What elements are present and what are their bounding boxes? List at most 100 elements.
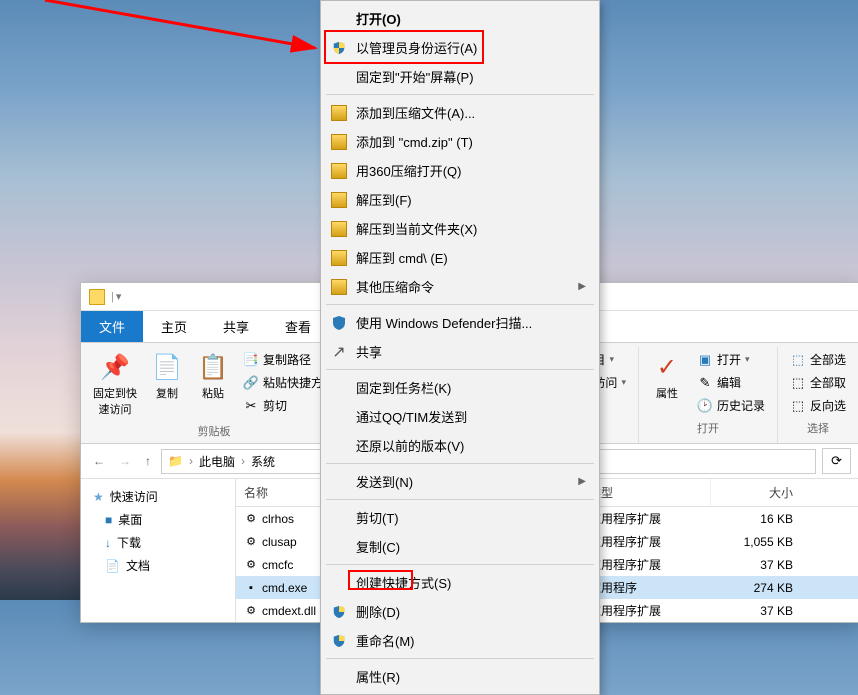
history-label: 历史记录 xyxy=(717,397,765,414)
ctx-shortcut[interactable]: 创建快捷方式(S) xyxy=(324,568,596,597)
ctx-rename[interactable]: 重命名(M) xyxy=(324,626,596,655)
ctx-label: 解压到(F) xyxy=(356,190,586,209)
file-icon: ⚙ xyxy=(244,558,258,572)
ctx-separator xyxy=(326,94,594,95)
ribbon-group-open: ✓ 属性 ▣打开▾ ✎编辑 🕑历史记录 打开 xyxy=(639,347,778,443)
ctx-other-compress[interactable]: 其他压缩命令▶ xyxy=(324,272,596,301)
file-name: clusap xyxy=(262,535,297,549)
ctx-extract-cmd[interactable]: 解压到 cmd\ (E) xyxy=(324,243,596,272)
ctx-label: 剪切(T) xyxy=(356,508,586,527)
paste-label: 粘贴 xyxy=(202,385,224,401)
refresh-button[interactable]: ⟳ xyxy=(822,448,851,474)
breadcrumb-sys[interactable]: 系统 xyxy=(251,453,275,470)
ctx-delete[interactable]: 删除(D) xyxy=(324,597,596,626)
clipboard-group-label: 剪贴板 xyxy=(198,419,231,441)
properties-button[interactable]: ✓ 属性 xyxy=(647,349,687,403)
folder-icon xyxy=(89,289,105,305)
invert-label: 反向选 xyxy=(810,397,846,414)
paste-button[interactable]: 📋 粘贴 xyxy=(193,349,233,403)
sidebar-quick-access[interactable]: ★快速访问 xyxy=(81,485,235,508)
ctx-extract-here[interactable]: 解压到当前文件夹(X) xyxy=(324,214,596,243)
titlebar-separator: | xyxy=(111,291,114,303)
shield-icon xyxy=(330,39,348,57)
properties-icon: ✓ xyxy=(651,351,683,383)
copy-button[interactable]: 📄 复制 xyxy=(147,349,187,403)
zip-icon xyxy=(330,162,348,180)
ctx-extract-to[interactable]: 解压到(F) xyxy=(324,185,596,214)
file-size: 37 KB xyxy=(711,603,801,619)
open-label: 打开 xyxy=(717,351,741,368)
ctx-separator xyxy=(326,463,594,464)
nav-up-button[interactable]: ↑ xyxy=(141,450,155,472)
file-name: cmcfc xyxy=(262,558,293,572)
open-button[interactable]: ▣打开▾ xyxy=(693,349,769,370)
copy-icon: 📄 xyxy=(151,351,183,383)
sidebar-desktop[interactable]: ■桌面 xyxy=(81,508,235,531)
ctx-pin-taskbar[interactable]: 固定到任务栏(K) xyxy=(324,373,596,402)
ctx-label: 复制(C) xyxy=(356,537,586,556)
blank-icon xyxy=(330,379,348,397)
file-type: 应用程序扩展 xyxy=(581,555,711,574)
ctx-share[interactable]: ↗共享 xyxy=(324,337,596,366)
blank-icon xyxy=(330,574,348,592)
zip-icon xyxy=(330,191,348,209)
file-type: 应用程序扩展 xyxy=(581,532,711,551)
ctx-run-admin[interactable]: 以管理员身份运行(A) xyxy=(324,33,596,62)
zip-icon xyxy=(330,133,348,151)
ribbon-group-clipboard: 📌 固定到快 速访问 📄 复制 📋 粘贴 📑复制路径 🔗粘贴快捷方式 ✂剪切 xyxy=(81,347,348,443)
ctx-separator xyxy=(326,564,594,565)
edit-icon: ✎ xyxy=(697,375,713,391)
ctx-cut[interactable]: 剪切(T) xyxy=(324,503,596,532)
sidebar-downloads[interactable]: ↓下载 xyxy=(81,531,235,554)
invert-selection-button[interactable]: ⬚反向选 xyxy=(786,395,850,416)
ctx-properties[interactable]: 属性(R) xyxy=(324,662,596,691)
edit-button[interactable]: ✎编辑 xyxy=(693,372,769,393)
tab-home[interactable]: 主页 xyxy=(143,311,205,342)
cut-icon: ✂ xyxy=(243,398,259,414)
ctx-label: 用360压缩打开(Q) xyxy=(356,161,586,180)
history-button[interactable]: 🕑历史记录 xyxy=(693,395,769,416)
ctx-restore[interactable]: 还原以前的版本(V) xyxy=(324,431,596,460)
ctx-add-zip[interactable]: 添加到 "cmd.zip" (T) xyxy=(324,127,596,156)
nav-back-button[interactable]: ← xyxy=(89,450,109,472)
blank-icon xyxy=(330,408,348,426)
open-icon: ▣ xyxy=(697,352,713,368)
file-type: 应用程序扩展 xyxy=(581,601,711,620)
chevron-down-icon: ▾ xyxy=(609,354,614,365)
ctx-label: 属性(R) xyxy=(356,667,586,686)
tab-share[interactable]: 共享 xyxy=(205,311,267,342)
copy-label: 复制 xyxy=(156,385,178,401)
file-type: 应用程序 xyxy=(581,578,711,597)
ctx-open-360[interactable]: 用360压缩打开(Q) xyxy=(324,156,596,185)
ctx-label: 重命名(M) xyxy=(356,631,586,650)
ctx-sendto[interactable]: 发送到(N)▶ xyxy=(324,467,596,496)
ctx-send-qq[interactable]: 通过QQ/TIM发送到 xyxy=(324,402,596,431)
paste-shortcut-icon: 🔗 xyxy=(243,375,259,391)
select-none-button[interactable]: ⬚全部取 xyxy=(786,372,850,393)
nav-forward-button[interactable]: → xyxy=(115,450,135,472)
ctx-label: 解压到当前文件夹(X) xyxy=(356,219,586,238)
history-icon: 🕑 xyxy=(697,398,713,414)
select-all-button[interactable]: ⬚全部选 xyxy=(786,349,850,370)
pin-label: 固定到快 速访问 xyxy=(93,385,137,417)
ctx-add-archive[interactable]: 添加到压缩文件(A)... xyxy=(324,98,596,127)
header-size[interactable]: 大小 xyxy=(711,479,801,506)
tab-file[interactable]: 文件 xyxy=(81,311,143,342)
titlebar-dropdown-icon[interactable]: ▾ xyxy=(116,290,122,303)
sidebar-label: 快速访问 xyxy=(110,488,158,505)
breadcrumb-pc[interactable]: 此电脑 xyxy=(199,453,235,470)
ctx-open[interactable]: 打开(O) xyxy=(324,4,596,33)
pin-quick-access-button[interactable]: 📌 固定到快 速访问 xyxy=(89,349,141,419)
header-type[interactable]: 类型 xyxy=(581,479,711,506)
sidebar-label: 下载 xyxy=(117,534,141,551)
file-name: cmdext.dll xyxy=(262,604,316,618)
blank-icon xyxy=(330,10,348,28)
ctx-label: 共享 xyxy=(356,342,586,361)
sidebar-documents[interactable]: 📄文档 xyxy=(81,554,235,577)
ctx-copy[interactable]: 复制(C) xyxy=(324,532,596,561)
file-name: cmd.exe xyxy=(262,581,307,595)
cut-label: 剪切 xyxy=(263,397,287,414)
ctx-pin-start[interactable]: 固定到"开始"屏幕(P) xyxy=(324,62,596,91)
blank-icon xyxy=(330,509,348,527)
ctx-defender[interactable]: 使用 Windows Defender扫描... xyxy=(324,308,596,337)
